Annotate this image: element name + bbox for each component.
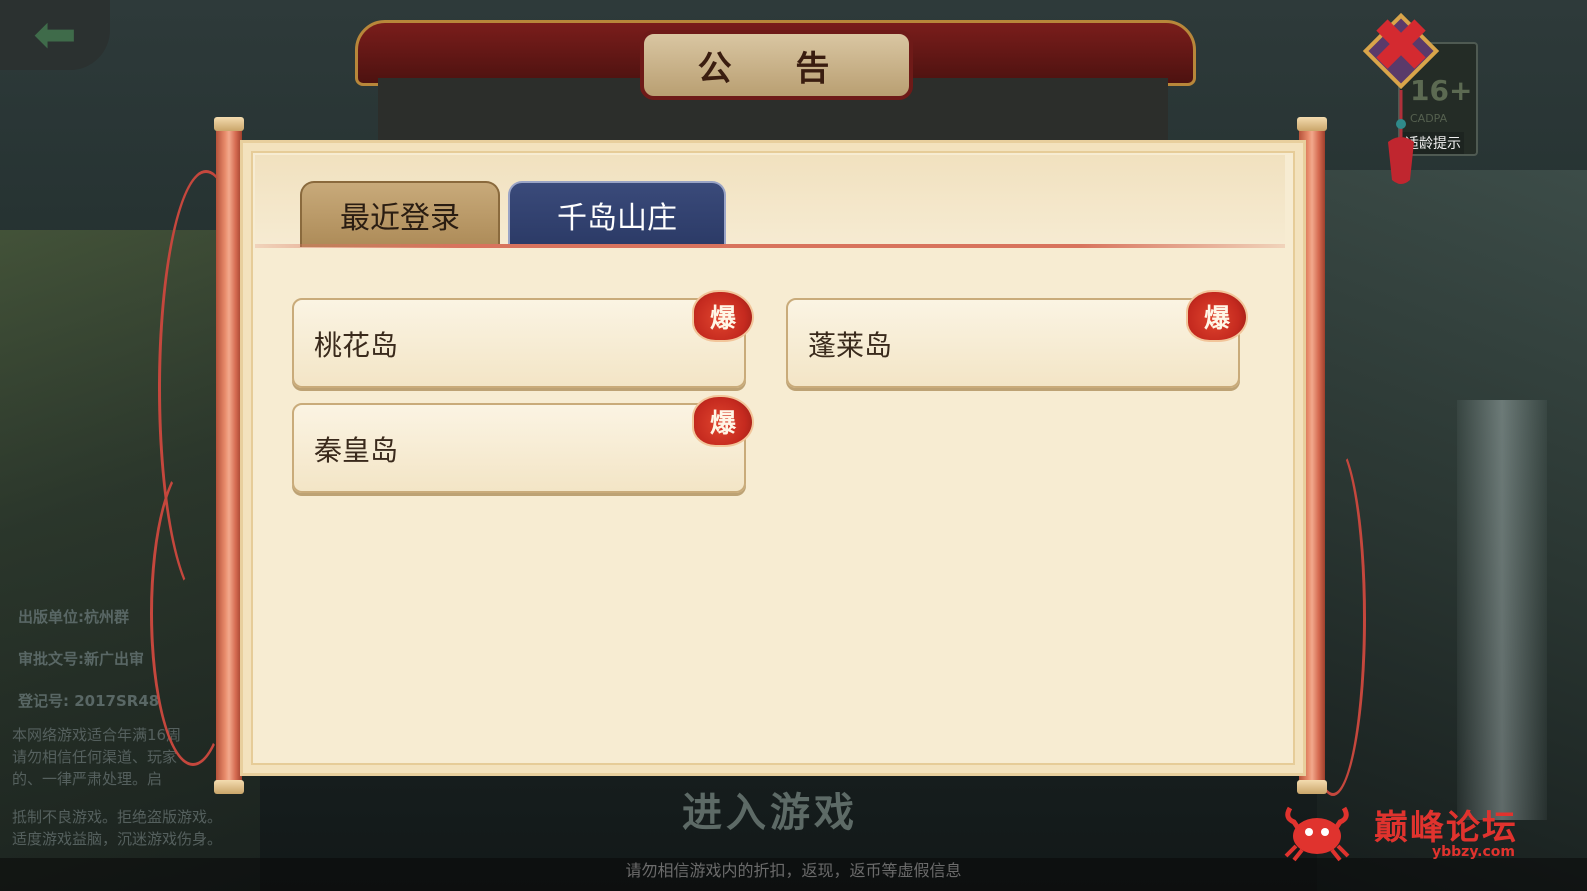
server-button-penglaidao[interactable]: 蓬莱岛 爆 — [786, 290, 1248, 388]
watermark-url: ybbzy.com — [1432, 844, 1515, 860]
credit-line: 登记号: 2017SR48 — [18, 692, 160, 710]
back-arrow-icon: ⬅ — [33, 5, 77, 65]
server-name: 秦皇岛 — [314, 434, 399, 467]
server-button-qinhuangdao[interactable]: 秦皇岛 爆 — [292, 395, 754, 493]
back-button[interactable]: ⬅ — [0, 0, 110, 70]
publisher-credits: 出版单位:杭州群 审批文号:新广出审 登记号: 2017SR48 — [18, 596, 159, 722]
health-notice-line: 请勿相信任何渠道、玩家 — [12, 748, 178, 766]
hot-badge-icon: 爆 — [692, 395, 754, 447]
server-name: 桃花岛 — [314, 329, 399, 362]
anti-addiction-line: 适度游戏益脑，沉迷游戏伤身。 — [12, 830, 223, 848]
scroll-rod-left-top-cap — [214, 117, 244, 131]
tab-underline — [255, 244, 1285, 248]
scroll-rod-right-bottom-cap — [1297, 780, 1327, 794]
notice-title: 公 告 — [640, 30, 913, 100]
background-waterfall — [1457, 400, 1547, 820]
credit-line: 审批文号:新广出审 — [18, 650, 144, 668]
health-notice-line: 的、一律严肃处理。启 — [12, 770, 163, 788]
forum-watermark: 巅峰论坛 ybbzy.com — [1282, 798, 1582, 868]
hot-badge-icon: 爆 — [1186, 290, 1248, 342]
watermark-name: 巅峰论坛 — [1374, 808, 1518, 848]
hot-badge-icon: 爆 — [692, 290, 754, 342]
scroll-rod-left — [216, 120, 242, 788]
server-name: 蓬莱岛 — [808, 329, 893, 362]
credit-line: 出版单位:杭州群 — [18, 608, 129, 626]
anti-addiction-line: 抵制不良游戏。拒绝盗版游戏。 — [12, 808, 223, 826]
close-x-icon[interactable]: ✖ — [1370, 9, 1432, 83]
tab-qiandao-shanzhuang[interactable]: 千岛山庄 — [508, 181, 726, 247]
scroll-rod-right-top-cap — [1297, 117, 1327, 131]
crab-logo-icon — [1284, 806, 1350, 862]
scroll-rod-left-bottom-cap — [214, 780, 244, 794]
health-notice-line: 本网络游戏适合年满16周 — [12, 726, 182, 744]
tab-recent-login[interactable]: 最近登录 — [300, 181, 500, 247]
anti-addiction-notice: 抵制不良游戏。拒绝盗版游戏。 适度游戏益脑，沉迷游戏伤身。 — [12, 806, 222, 850]
health-notice: 本网络游戏适合年满16周 请勿相信任何渠道、玩家 的、一律严肃处理。启 — [12, 724, 181, 790]
enter-game-button[interactable]: 进入游戏 — [682, 780, 858, 838]
server-button-taohuadao[interactable]: 桃花岛 爆 — [292, 290, 754, 388]
